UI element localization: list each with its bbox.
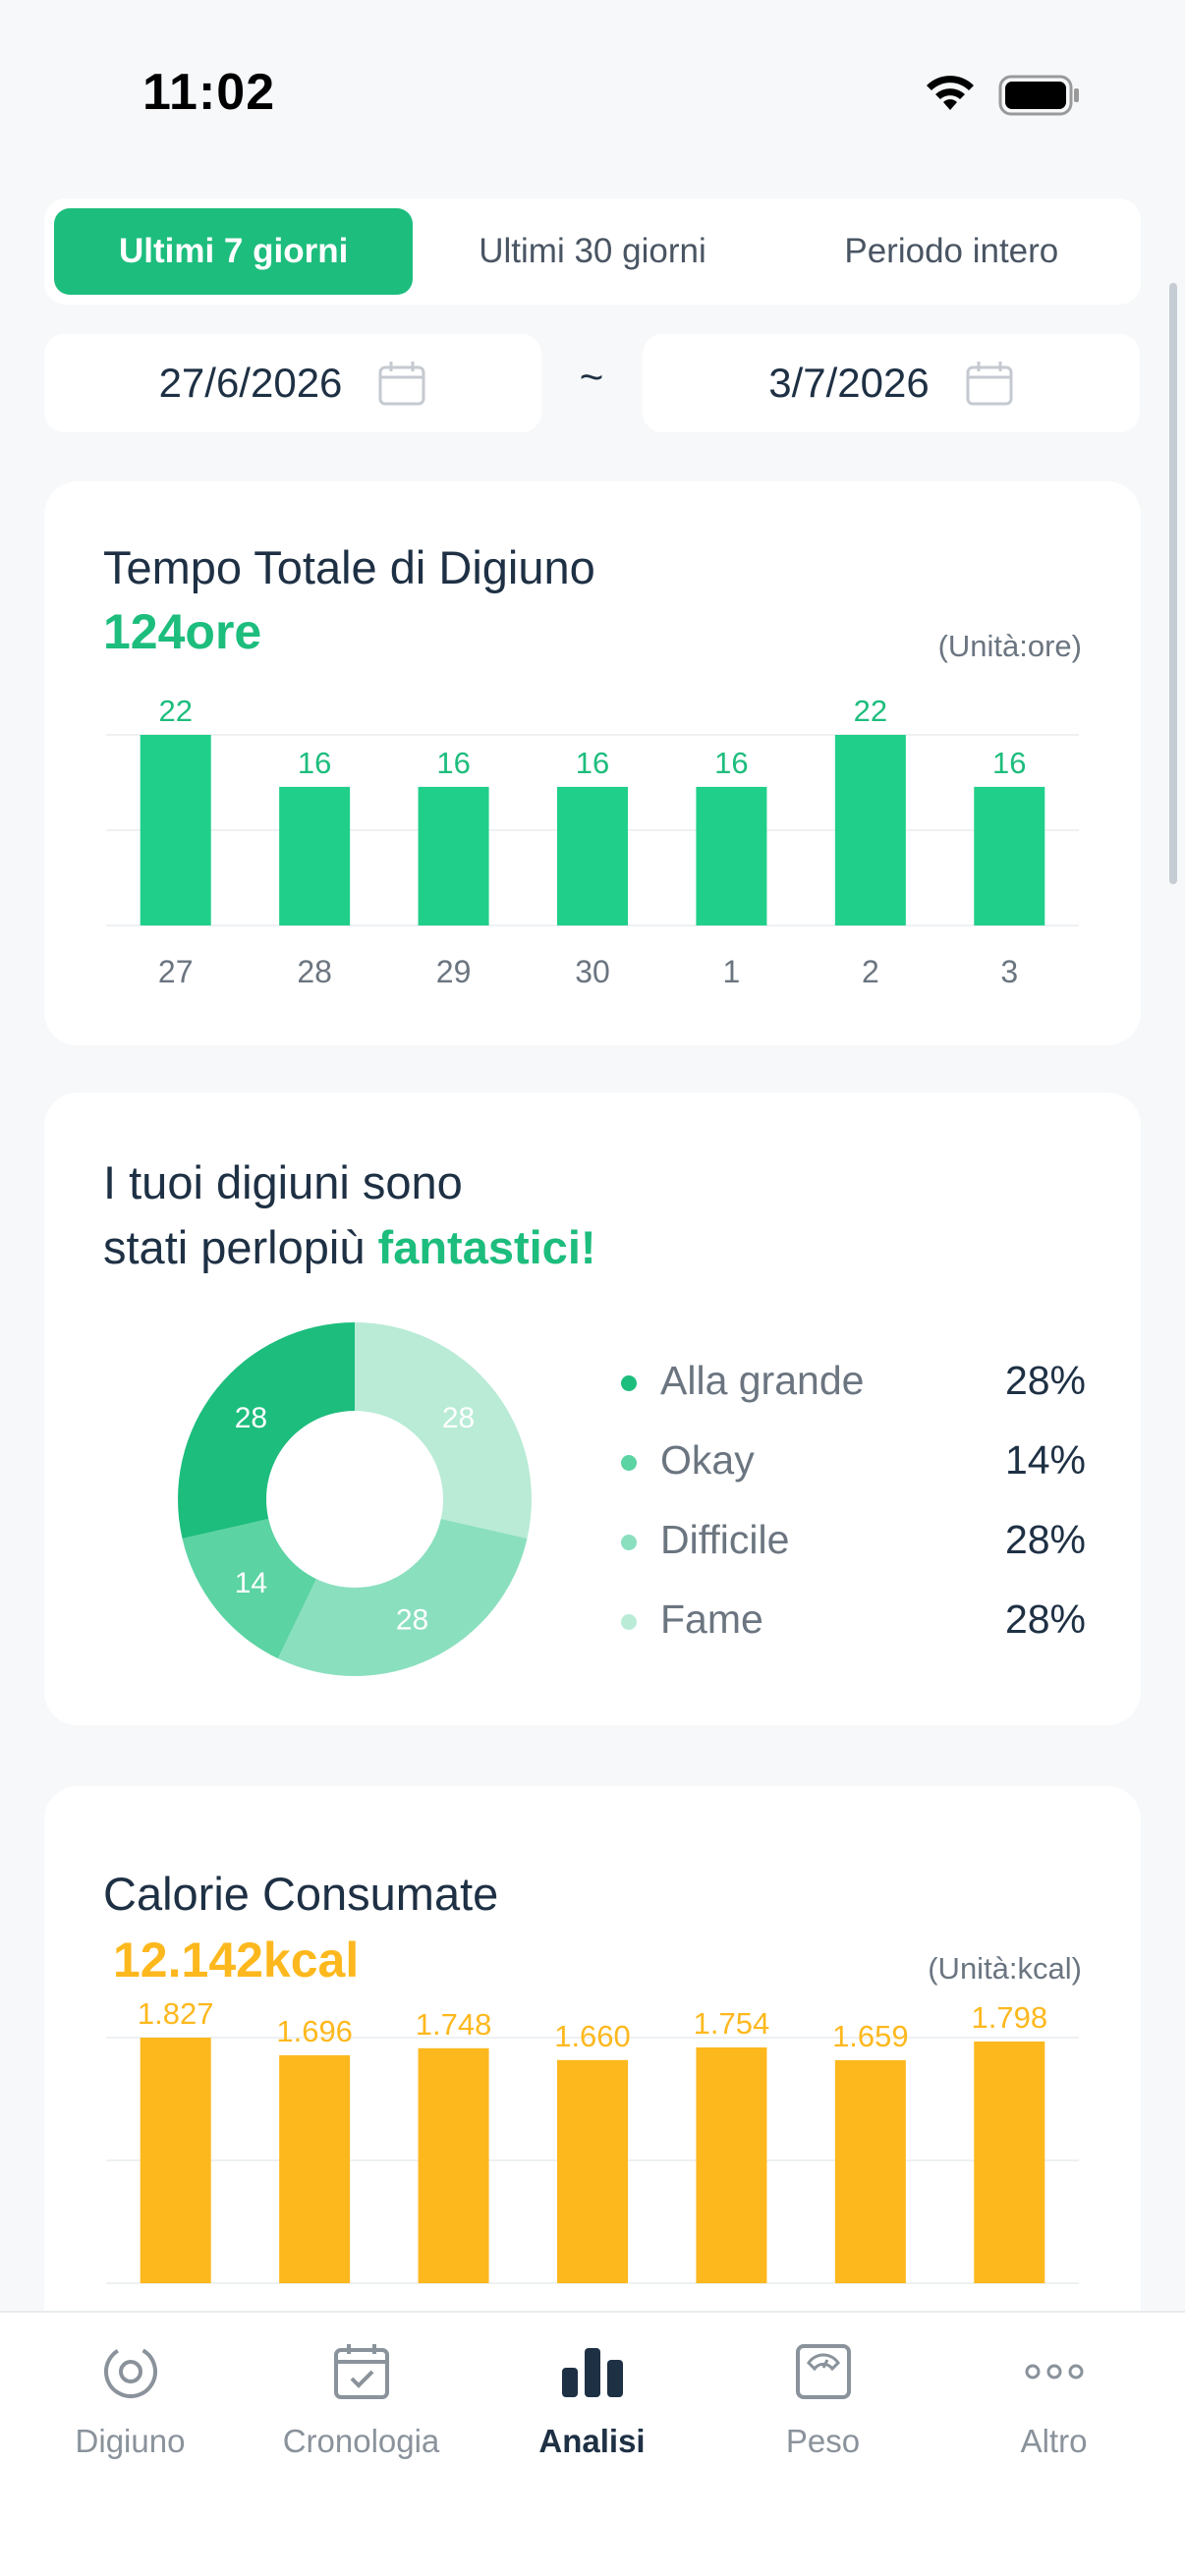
bar-value-label: 16 bbox=[576, 746, 609, 780]
end-date-picker[interactable]: 3/7/2026 bbox=[643, 334, 1140, 432]
bottom-tab-bar: Digiuno Cronologia Analisi Peso Altro bbox=[0, 2311, 1185, 2576]
period-last-30-days[interactable]: Ultimi 30 giorni bbox=[413, 208, 771, 295]
more-dots-icon bbox=[1025, 2364, 1083, 2380]
bar bbox=[696, 786, 767, 925]
wifi-icon bbox=[927, 76, 974, 110]
bar bbox=[557, 786, 628, 925]
fasting-bar-chart: 2227162816291630161222163 bbox=[106, 694, 1079, 989]
tab-analisi[interactable]: Analisi bbox=[474, 2313, 710, 2509]
start-date-value: 27/6/2026 bbox=[158, 360, 343, 406]
calories-bar-chart: 1.827 1.696 1.748 1.660 1.754 1.659 1.798 bbox=[106, 1996, 1079, 2284]
tab-cronologia[interactable]: Cronologia bbox=[243, 2313, 480, 2509]
legend-value: 14% bbox=[1004, 1437, 1086, 1483]
tab-label: Cronologia bbox=[282, 2423, 440, 2459]
period-selector: Ultimi 7 giorni Ultimi 30 giorni Periodo… bbox=[44, 198, 1141, 305]
legend-value: 28% bbox=[1004, 1358, 1086, 1403]
bar bbox=[279, 2054, 351, 2283]
bar-chart-icon bbox=[561, 2348, 623, 2397]
tab-peso[interactable]: Peso bbox=[705, 2313, 941, 2509]
bar-value-label: 1.659 bbox=[832, 2019, 909, 2053]
calendar-check-icon bbox=[333, 2344, 389, 2399]
bar bbox=[974, 2041, 1045, 2283]
calendar-icon bbox=[966, 362, 1013, 406]
period-last-7-days[interactable]: Ultimi 7 giorni bbox=[54, 208, 414, 295]
bar bbox=[418, 786, 489, 925]
tab-label: Altro bbox=[1020, 2423, 1088, 2459]
status-time: 11:02 bbox=[142, 64, 276, 121]
period-all-time[interactable]: Periodo intero bbox=[772, 208, 1131, 295]
x-tick-label: 28 bbox=[297, 954, 332, 989]
bar-value-label: 1.748 bbox=[416, 2007, 492, 2042]
fasting-time-card: Tempo Totale di Digiuno 124ore (Unità:or… bbox=[44, 481, 1141, 1045]
tab-label: Peso bbox=[785, 2423, 861, 2459]
donut-slice bbox=[277, 1519, 528, 1676]
bar-value-label: 1.696 bbox=[276, 2014, 353, 2048]
bar-value-label: 1.827 bbox=[138, 1996, 214, 2031]
donut-slice-label: 14 bbox=[235, 1567, 267, 1599]
bar bbox=[974, 786, 1045, 925]
bar-value-label: 16 bbox=[992, 746, 1026, 780]
bar bbox=[696, 2046, 767, 2283]
status-bar: 11:02 bbox=[0, 0, 1185, 167]
legend-label: Fame bbox=[660, 1596, 763, 1642]
bar-value-label: 1.660 bbox=[554, 2019, 631, 2053]
end-date-value: 3/7/2026 bbox=[768, 360, 930, 406]
bar-value-label: 16 bbox=[298, 746, 331, 780]
tab-label: Digiuno bbox=[75, 2423, 186, 2459]
tab-label: Analisi bbox=[538, 2423, 646, 2459]
donut-slice-label: 28 bbox=[235, 1402, 267, 1434]
legend-value: 28% bbox=[1004, 1517, 1086, 1562]
donut-slice-label: 28 bbox=[442, 1402, 475, 1434]
x-tick-label: 3 bbox=[1000, 954, 1018, 989]
scrollbar[interactable] bbox=[1169, 283, 1177, 884]
scale-icon bbox=[795, 2344, 851, 2399]
date-range-separator: ~ bbox=[579, 354, 604, 400]
x-tick-label: 30 bbox=[575, 954, 610, 989]
calendar-icon bbox=[378, 362, 425, 406]
fasting-timer-icon bbox=[103, 2345, 157, 2398]
start-date-picker[interactable]: 27/6/2026 bbox=[44, 334, 541, 432]
bar bbox=[140, 735, 211, 925]
legend-dot-difficile bbox=[621, 1535, 637, 1550]
bar bbox=[834, 735, 906, 925]
x-tick-label: 27 bbox=[158, 954, 194, 989]
bar bbox=[279, 786, 351, 925]
x-tick-label: 1 bbox=[723, 954, 741, 989]
legend-dot-fame bbox=[621, 1614, 637, 1630]
bar-value-label: 16 bbox=[714, 746, 748, 780]
x-tick-label: 2 bbox=[862, 954, 879, 989]
tab-altro[interactable]: Altro bbox=[935, 2313, 1172, 2509]
bar-value-label: 1.798 bbox=[971, 2000, 1047, 2035]
bar-value-label: 1.754 bbox=[694, 2006, 770, 2041]
bar-value-label: 22 bbox=[854, 694, 887, 728]
bar bbox=[834, 2059, 906, 2283]
legend-label: Alla grande bbox=[660, 1358, 865, 1403]
analysis-screen: 11:02 Ultimi 7 giorni Ultimi 30 giorni P… bbox=[0, 0, 1185, 2576]
legend-label: Okay bbox=[660, 1437, 755, 1483]
bar-value-label: 16 bbox=[436, 746, 470, 780]
legend-dot-alla-grande bbox=[621, 1375, 637, 1391]
bar-value-label: 22 bbox=[158, 694, 192, 728]
legend-value: 28% bbox=[1004, 1596, 1086, 1642]
calories-card: Calorie Consumate 12.142kcal (Unità:kcal… bbox=[44, 1786, 1141, 2376]
donut-slice-label: 28 bbox=[396, 1604, 428, 1637]
legend-dot-okay bbox=[621, 1455, 637, 1471]
bar bbox=[140, 2038, 211, 2283]
battery-icon bbox=[998, 75, 1079, 116]
fasting-mood-card: I tuoi digiuni sono stati perlopiù fanta… bbox=[44, 1092, 1141, 1725]
bar bbox=[418, 2047, 489, 2283]
x-tick-label: 29 bbox=[436, 954, 472, 989]
bar bbox=[557, 2059, 628, 2283]
tab-digiuno[interactable]: Digiuno bbox=[12, 2313, 249, 2509]
legend-label: Difficile bbox=[660, 1517, 790, 1562]
